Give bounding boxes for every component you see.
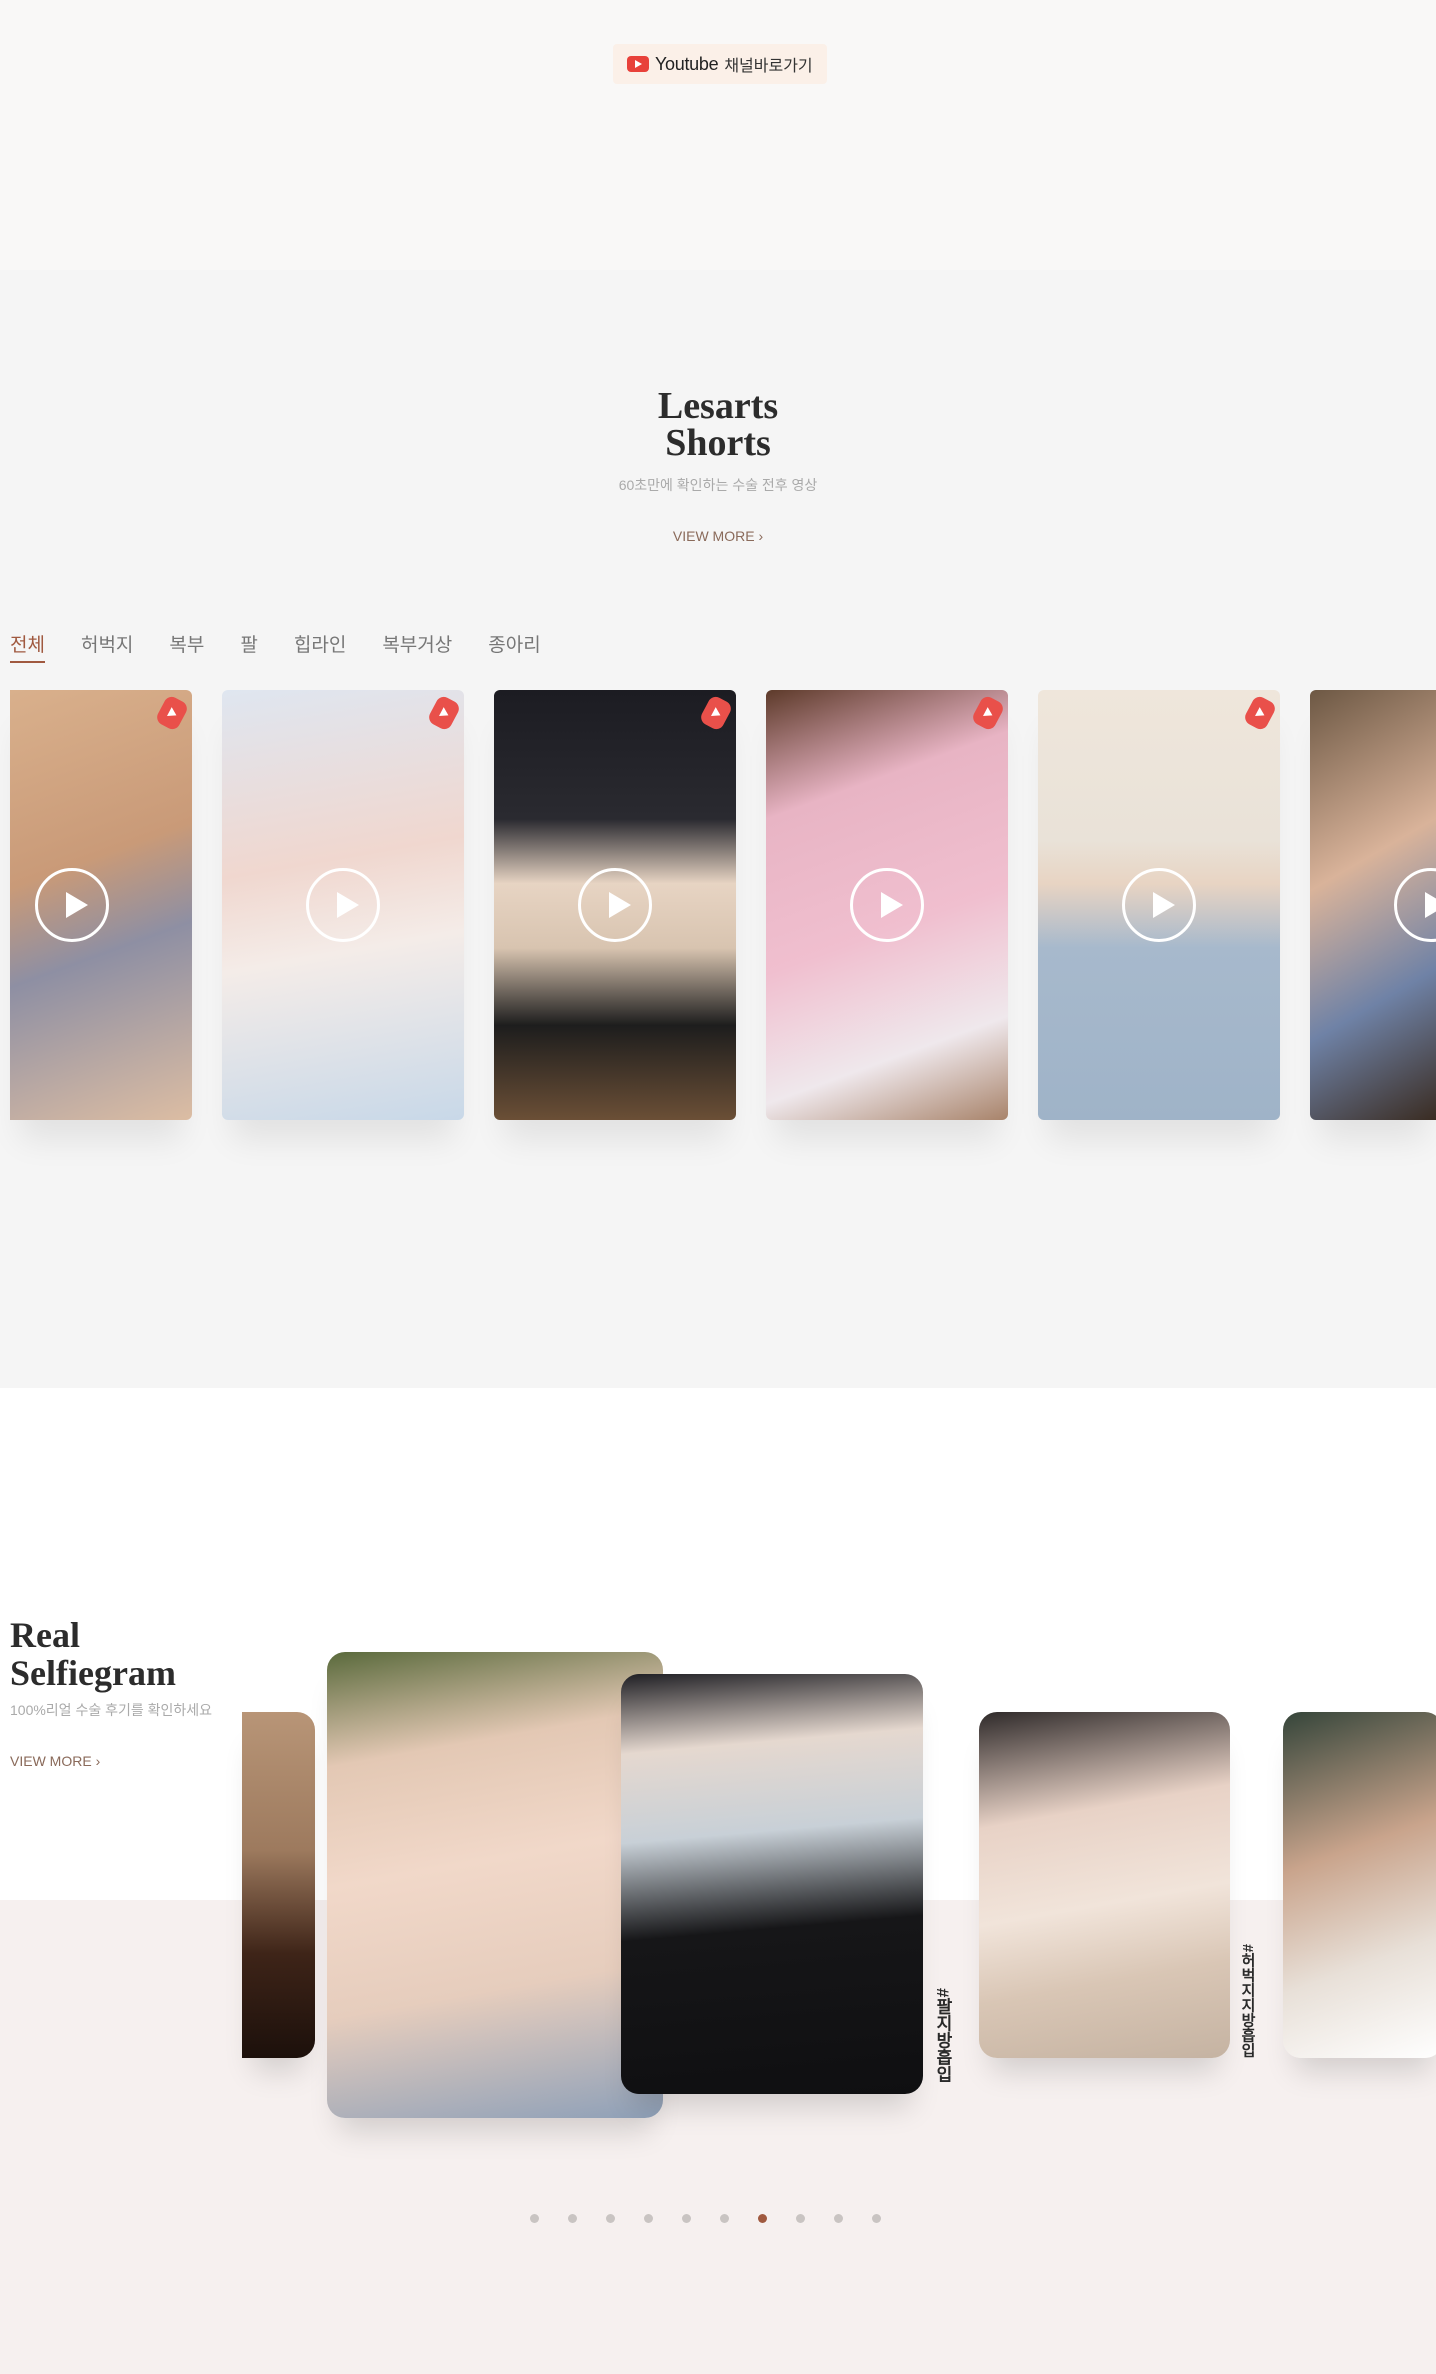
pagination-dot[interactable] [530, 2214, 539, 2223]
tab-calf[interactable]: 종아리 [488, 630, 540, 663]
youtube-wordmark: Youtube [655, 53, 719, 74]
youtube-channel-button[interactable]: Youtube 채널바로가기 [613, 44, 827, 84]
shorts-title: Lesarts Shorts [0, 385, 1436, 464]
selfiegram-title-line2: Selfiegram [10, 1653, 176, 1693]
pagination-dot[interactable] [834, 2214, 843, 2223]
tab-thigh[interactable]: 허벅지 [81, 630, 133, 663]
view-more-label: VIEW MORE [10, 1753, 92, 1769]
play-circle-icon[interactable] [35, 868, 109, 942]
youtube-shorts-icon [426, 694, 462, 732]
pagination-dot[interactable] [796, 2214, 805, 2223]
shorts-subtitle: 60초만에 확인하는 수술 전후 영상 [618, 477, 818, 493]
play-circle-icon[interactable] [578, 868, 652, 942]
selfiegram-title-line1: Real [10, 1615, 80, 1655]
shorts-video-card[interactable] [494, 690, 736, 1120]
selfiegram-card-featured[interactable] [327, 1652, 663, 2118]
pagination-dot[interactable] [606, 2214, 615, 2223]
tab-arm[interactable]: 팔 [240, 630, 257, 663]
youtube-shorts-icon [1242, 694, 1278, 732]
play-circle-icon[interactable] [850, 868, 924, 942]
play-circle-icon[interactable] [1394, 868, 1436, 942]
shorts-section: Lesarts Shorts 60초만에 확인하는 수술 전후 영상 VIEW … [0, 270, 1436, 1388]
youtube-shorts-icon [970, 694, 1006, 732]
tab-all[interactable]: 전체 [10, 630, 45, 663]
shorts-video-card[interactable] [1310, 690, 1436, 1120]
selfiegram-card[interactable] [621, 1674, 923, 2094]
shorts-view-more-link[interactable]: VIEW MORE › [0, 528, 1436, 544]
chevron-right-icon: › [758, 528, 764, 544]
pagination-dot[interactable] [682, 2214, 691, 2223]
shorts-title-line1: Lesarts [657, 385, 779, 427]
youtube-logo-icon [627, 56, 649, 72]
shorts-video-card[interactable] [10, 690, 192, 1120]
shorts-video-card[interactable] [222, 690, 464, 1120]
play-circle-icon[interactable] [1122, 868, 1196, 942]
chevron-right-icon: › [95, 1753, 101, 1769]
selfiegram-hashtag: #팔지방흡입 [933, 1988, 952, 2083]
youtube-channel-label: 채널바로가기 [724, 58, 813, 75]
selfiegram-subtitle: 100%리얼 수술 후기를 확인하세요 [10, 1702, 213, 1718]
tab-abdomen[interactable]: 복부 [169, 630, 204, 663]
selfiegram-title: Real Selfiegram [10, 1616, 176, 1692]
selfiegram-card[interactable] [1283, 1712, 1436, 2058]
selfiegram-card[interactable] [979, 1712, 1230, 2058]
selfiegram-hashtag: #허벅지지방흡입 [1239, 1944, 1256, 2058]
youtube-shorts-icon [698, 694, 734, 732]
youtube-section: Youtube 채널바로가기 [0, 0, 1436, 270]
shorts-video-card[interactable] [766, 690, 1008, 1120]
shorts-title-line2: Shorts [665, 422, 771, 464]
pagination-dot[interactable] [644, 2214, 653, 2223]
pagination-dot-active[interactable] [758, 2214, 767, 2223]
tab-tummy-tuck[interactable]: 복부거상 [382, 630, 452, 663]
selfiegram-card[interactable] [242, 1712, 315, 2058]
selfiegram-section: Real Selfiegram 100%리얼 수술 후기를 확인하세요 VIEW… [0, 1388, 1436, 2374]
pagination-dot[interactable] [872, 2214, 881, 2223]
selfiegram-view-more-link[interactable]: VIEW MORE › [10, 1753, 100, 1769]
selfiegram-pagination [530, 2214, 881, 2223]
shorts-category-tabs: 전체 허벅지 복부 팔 힙라인 복부거상 종아리 [10, 630, 577, 663]
tab-hipline[interactable]: 힙라인 [294, 630, 346, 663]
shorts-video-card[interactable] [1038, 690, 1280, 1120]
pagination-dot[interactable] [568, 2214, 577, 2223]
view-more-label: VIEW MORE [672, 528, 755, 544]
youtube-shorts-icon [154, 694, 190, 732]
pagination-dot[interactable] [720, 2214, 729, 2223]
play-circle-icon[interactable] [306, 868, 380, 942]
